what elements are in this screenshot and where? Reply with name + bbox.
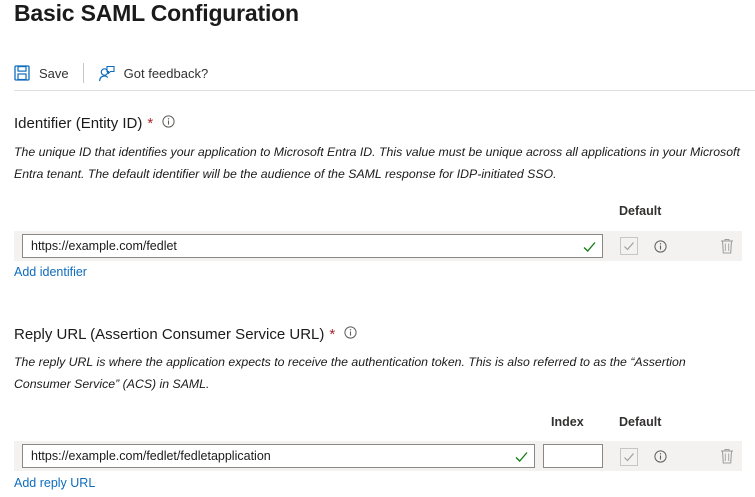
identifier-title-text: Identifier (Entity ID): [14, 115, 143, 132]
identifier-input-box: [22, 234, 603, 258]
reply-url-index-input[interactable]: [544, 445, 602, 467]
reply-url-input-box: [22, 444, 535, 468]
command-bar: Save Got feedback?: [14, 60, 208, 86]
trash-icon[interactable]: [720, 238, 734, 259]
reply-url-default-checkbox[interactable]: [620, 448, 638, 466]
reply-url-title-text: Reply URL (Assertion Consumer Service UR…: [14, 326, 325, 343]
feedback-button-label: Got feedback?: [123, 65, 209, 81]
reply-url-index-header: Index: [551, 415, 584, 429]
toolbar-divider: [14, 90, 755, 91]
add-reply-url-link[interactable]: Add reply URL: [14, 476, 95, 490]
save-button[interactable]: Save: [14, 65, 69, 81]
identifier-description: The unique ID that identifies your appli…: [14, 145, 740, 181]
required-marker: *: [329, 326, 336, 343]
info-icon[interactable]: [344, 326, 357, 343]
reply-url-section-title: Reply URL (Assertion Consumer Service UR…: [14, 326, 357, 343]
reply-url-default-header: Default: [619, 415, 662, 429]
reply-url-input[interactable]: [23, 445, 534, 467]
reply-url-description: The reply URL is where the application e…: [14, 355, 686, 391]
feedback-icon: [98, 65, 115, 82]
checkmark-icon: [583, 240, 596, 258]
required-marker: *: [147, 115, 154, 132]
info-icon[interactable]: [162, 115, 175, 132]
feedback-button[interactable]: Got feedback?: [98, 65, 209, 82]
identifier-input[interactable]: [23, 235, 602, 257]
reply-url-index-box: [543, 444, 603, 468]
page-title: Basic SAML Configuration: [14, 0, 299, 26]
info-icon[interactable]: [654, 240, 667, 258]
checkmark-icon: [515, 450, 528, 468]
save-icon: [14, 65, 30, 81]
identifier-section-title: Identifier (Entity ID) *: [14, 115, 175, 132]
identifier-default-checkbox[interactable]: [620, 237, 638, 255]
info-icon[interactable]: [654, 450, 667, 468]
toolbar-separator: [82, 63, 84, 83]
add-identifier-link[interactable]: Add identifier: [14, 265, 87, 279]
trash-icon[interactable]: [720, 448, 734, 469]
save-button-label: Save: [39, 65, 69, 81]
identifier-default-header: Default: [619, 204, 662, 218]
